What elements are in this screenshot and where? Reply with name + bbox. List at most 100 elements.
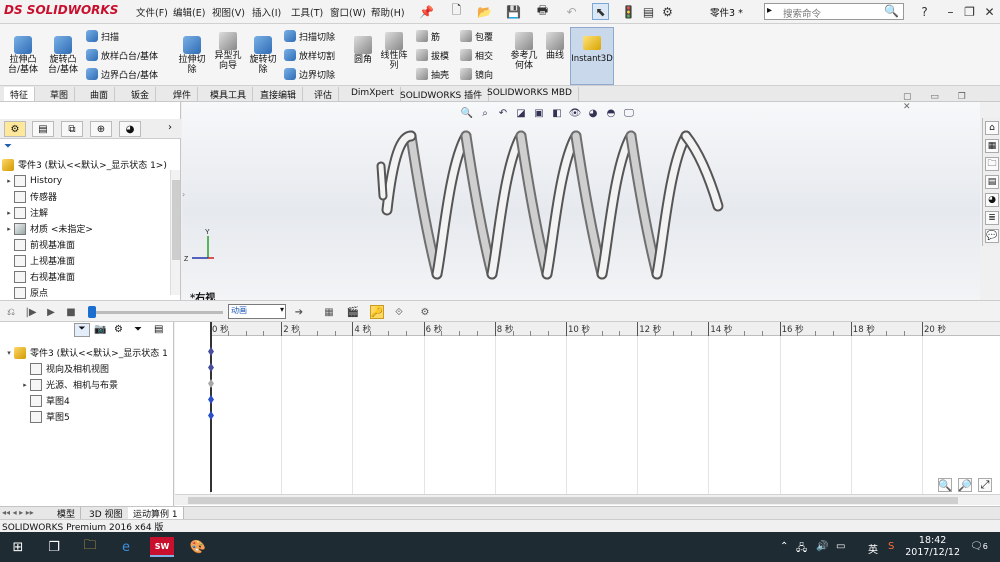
search-icon[interactable]: 🔍 bbox=[884, 4, 899, 18]
filter-animated-icon[interactable]: ⏷ bbox=[74, 323, 90, 337]
boundary-cut-button[interactable]: 边界切除 bbox=[284, 65, 335, 83]
edge-browser-icon[interactable]: e bbox=[116, 537, 136, 557]
tab-solidworks-addins[interactable]: SOLIDWORKS 插件 bbox=[394, 87, 490, 101]
save-icon[interactable]: 💾 bbox=[505, 3, 522, 20]
tree-item-top-plane[interactable]: 上视基准面 bbox=[4, 253, 75, 268]
sweep-button[interactable]: 扫描 bbox=[86, 27, 119, 45]
extrude-boss-button[interactable]: 拉伸凸 台/基体 bbox=[4, 36, 42, 75]
tab-surfaces[interactable]: 曲面 bbox=[84, 87, 116, 101]
viewport-window-controls[interactable]: ▢ ▭ ❐ ✕ bbox=[903, 92, 1000, 112]
wrap-button[interactable]: 包覆 bbox=[460, 27, 493, 45]
close-window-icon[interactable]: ✕ bbox=[981, 3, 998, 20]
zoom-fit-timeline-icon[interactable]: ⤢ bbox=[978, 478, 992, 492]
revolve-boss-button[interactable]: 旋转凸 台/基体 bbox=[44, 36, 82, 75]
open-folder-icon[interactable]: 📂 bbox=[476, 3, 493, 20]
stop-icon[interactable]: ■ bbox=[64, 305, 78, 319]
study-properties-icon[interactable]: ⚙ bbox=[418, 305, 432, 319]
tree-root-part[interactable]: 零件3 (默认<<默认>_显示状态 1>) bbox=[2, 157, 167, 172]
menu-file[interactable]: 文件(F) bbox=[136, 5, 168, 19]
instant3d-button[interactable]: Instant3D bbox=[570, 27, 614, 85]
playback-slider[interactable] bbox=[88, 306, 96, 318]
tab-sheet-metal[interactable]: 钣金 bbox=[125, 87, 157, 101]
arrow-right-icon[interactable]: ➔ bbox=[292, 305, 306, 319]
motion-tree-item-view-camera[interactable]: 视向及相机视图 bbox=[20, 361, 109, 376]
display-style-icon[interactable]: ◧ bbox=[550, 106, 564, 120]
timeline-ruler[interactable]: 0 秒 2 秒 4 秒 6 秒 8 秒 10 秒 12 秒 14 秒 16 秒 18 秒 20 秒 bbox=[210, 322, 1000, 336]
expand-arrow-icon[interactable]: ▸ bbox=[4, 209, 14, 217]
previous-view-icon[interactable]: ↶ bbox=[496, 106, 510, 120]
play-icon[interactable]: ▶ bbox=[44, 305, 58, 319]
timeline-horizontal-scrollbar[interactable] bbox=[175, 494, 1000, 505]
ime-logo-icon[interactable]: S bbox=[888, 541, 894, 552]
tree-item-right-plane[interactable]: 右视基准面 bbox=[4, 269, 75, 284]
tab-features[interactable]: 特征 bbox=[4, 87, 36, 101]
loft-cut-button[interactable]: 放样切割 bbox=[284, 46, 335, 64]
draft-button[interactable]: 拔模 bbox=[416, 46, 449, 64]
file-explorer-icon[interactable]: 🗀 bbox=[985, 157, 999, 171]
reference-geometry-button[interactable]: 参考几 何体 bbox=[507, 32, 541, 71]
dimxpert-manager-tab-icon[interactable]: ⊕ bbox=[90, 121, 112, 137]
revolve-cut-button[interactable]: 旋转切 除 bbox=[246, 36, 280, 75]
view-settings-icon[interactable]: 🖵 bbox=[622, 106, 636, 120]
menu-tools[interactable]: 工具(T) bbox=[291, 5, 323, 19]
apply-scene-icon[interactable]: ◓ bbox=[604, 106, 618, 120]
tree-item-material[interactable]: ▸ 材质 <未指定> bbox=[4, 221, 93, 236]
minimize-window-icon[interactable]: – bbox=[942, 3, 959, 20]
intersect-button[interactable]: 相交 bbox=[460, 46, 493, 64]
motion-tree-root[interactable]: ▾ 零件3 (默认<<默认>_显示状态 1 bbox=[4, 345, 168, 360]
section-view-icon[interactable]: ◪ bbox=[514, 106, 528, 120]
design-library-icon[interactable]: ▦ bbox=[985, 139, 999, 153]
linear-pattern-button[interactable]: 线性阵 列 bbox=[378, 32, 410, 71]
menu-help[interactable]: 帮助(H) bbox=[371, 5, 405, 19]
motion-tree-item-lights-cameras-scene[interactable]: ▸ 光源、相机与布景 bbox=[20, 377, 118, 392]
play-from-start-icon[interactable]: |▶ bbox=[24, 305, 38, 319]
notification-center-icon[interactable]: 🗨6 bbox=[970, 541, 988, 552]
rib-button[interactable]: 筋 bbox=[416, 27, 440, 45]
zoom-to-area-icon[interactable]: ⌕ bbox=[478, 106, 492, 120]
zoom-to-fit-icon[interactable]: 🔍 bbox=[460, 106, 474, 120]
pin-icon[interactable]: 📌 bbox=[418, 3, 435, 20]
options-gear-icon[interactable]: ⚙ bbox=[659, 3, 676, 20]
graphics-viewport[interactable]: Y Z › bbox=[182, 102, 980, 300]
tab-sketch[interactable]: 草图 bbox=[44, 87, 76, 101]
filter-results-icon[interactable]: ⏷ bbox=[134, 324, 142, 335]
menu-window[interactable]: 窗口(W) bbox=[330, 5, 366, 19]
select-cursor-icon[interactable]: ⬉ bbox=[592, 3, 609, 20]
volume-icon[interactable]: 🔊 bbox=[816, 541, 828, 552]
tree-item-history[interactable]: ▸ History bbox=[4, 173, 62, 188]
battery-icon[interactable]: ▭ bbox=[836, 541, 845, 552]
expand-arrow-icon[interactable]: ▸ bbox=[20, 381, 30, 389]
menu-insert[interactable]: 插入(I) bbox=[252, 5, 281, 19]
expand-arrow-icon[interactable]: ▾ bbox=[4, 349, 14, 357]
filter-driving-icon[interactable]: 📷 bbox=[94, 324, 106, 335]
ime-indicator[interactable]: 英 bbox=[868, 541, 878, 556]
tab-direct-editing[interactable]: 直接编辑 bbox=[254, 87, 304, 101]
custom-properties-icon[interactable]: ≣ bbox=[985, 211, 999, 225]
appearances-icon[interactable]: ◕ bbox=[985, 193, 999, 207]
paint-app-icon[interactable]: 🎨 bbox=[188, 537, 208, 557]
help-question-icon[interactable]: ? bbox=[916, 3, 933, 20]
network-icon[interactable]: 🖧 bbox=[796, 541, 807, 558]
configuration-manager-tab-icon[interactable]: ⧉ bbox=[61, 121, 83, 137]
new-document-icon[interactable]: 🗋 bbox=[448, 3, 465, 20]
tree-item-annotations[interactable]: ▸ 注解 bbox=[4, 205, 48, 220]
curves-button[interactable]: 曲线 bbox=[542, 32, 568, 61]
view-palette-icon[interactable]: ▤ bbox=[985, 175, 999, 189]
restore-window-icon[interactable]: ❐ bbox=[961, 3, 978, 20]
tab-mold-tools[interactable]: 模具工具 bbox=[204, 87, 254, 101]
study-type-select[interactable]: 动画 ▾ bbox=[228, 304, 286, 319]
property-manager-tab-icon[interactable]: ▤ bbox=[32, 121, 54, 137]
autokey-icon[interactable]: 🔑 bbox=[370, 305, 384, 319]
mirror-button[interactable]: 镜向 bbox=[460, 65, 493, 83]
edit-appearance-icon[interactable]: ◕ bbox=[586, 106, 600, 120]
taskbar-clock[interactable]: 18:42 2017/12/12 bbox=[905, 535, 960, 559]
tree-vertical-scrollbar[interactable] bbox=[170, 170, 180, 295]
forum-icon[interactable]: 💬 bbox=[985, 229, 999, 243]
search-dropdown-icon[interactable]: ▸ bbox=[767, 5, 772, 16]
display-manager-tab-icon[interactable]: ◕ bbox=[119, 121, 141, 137]
spring-model[interactable]: Y Z bbox=[182, 102, 980, 300]
feature-manager-tab-icon[interactable]: ⚙ bbox=[4, 121, 26, 137]
undo-icon[interactable]: ↶ bbox=[563, 3, 580, 20]
motion-timeline[interactable] bbox=[175, 322, 1000, 506]
collapse-tree-icon[interactable]: ▤ bbox=[154, 324, 163, 335]
